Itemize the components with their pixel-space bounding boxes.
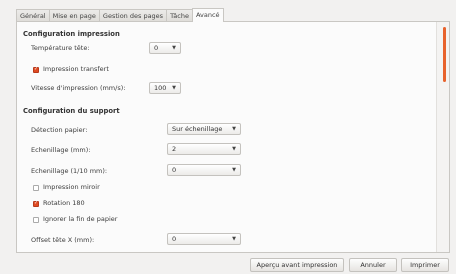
mirror-checkbox[interactable] <box>33 185 39 191</box>
echenillage-label: Echenillage (mm): <box>31 146 91 154</box>
echenillage10-label: Echenillage (1/10 mm): <box>31 167 108 175</box>
mirror-label: Impression miroir <box>43 183 100 191</box>
echenillage-input[interactable]: 2 ▼ <box>167 143 241 155</box>
offset-input[interactable]: 0 ▼ <box>167 233 241 245</box>
detection-value: Sur échenillage <box>172 125 223 133</box>
offset-value: 0 <box>172 235 177 243</box>
settings-panel: Configuration impression Température têt… <box>16 21 450 253</box>
tab-bar: Général Mise en page Gestion des pages T… <box>16 8 224 22</box>
tab-avance[interactable]: Avancé <box>191 8 224 22</box>
section-title-impression: Configuration impression <box>23 30 120 38</box>
rotation-label: Rotation 180 <box>43 199 85 207</box>
chevron-down-icon: ▼ <box>172 85 176 91</box>
chevron-down-icon: ▼ <box>232 236 236 242</box>
transfer-label: Impression transfert <box>43 65 109 73</box>
echenillage10-input[interactable]: 0 ▼ <box>167 164 241 176</box>
section-title-support: Configuration du support <box>23 107 120 115</box>
print-button[interactable]: Imprimer <box>401 258 449 272</box>
chevron-down-icon: ▼ <box>232 146 236 152</box>
echenillage-value: 2 <box>172 145 177 153</box>
speed-select[interactable]: 100 ▼ <box>149 82 181 94</box>
chevron-down-icon: ▼ <box>172 45 176 51</box>
transfer-checkbox[interactable] <box>33 66 39 73</box>
scrollbar[interactable] <box>436 22 449 252</box>
echenillage10-value: 0 <box>172 166 177 174</box>
chevron-down-icon: ▼ <box>232 167 236 173</box>
print-preview-button[interactable]: Aperçu avant impression <box>250 258 344 272</box>
rotation-checkbox[interactable] <box>33 200 39 207</box>
speed-value: 100 <box>154 84 167 92</box>
scrollbar-thumb[interactable] <box>443 27 446 82</box>
ignore-paper-end-checkbox[interactable] <box>33 217 39 223</box>
detection-select[interactable]: Sur échenillage ▼ <box>167 123 241 135</box>
detection-label: Détection papier: <box>31 126 88 134</box>
offset-label: Offset tête X (mm): <box>31 236 95 244</box>
temperature-label: Température tête: <box>31 44 90 52</box>
chevron-down-icon: ▼ <box>232 126 236 132</box>
ignore-paper-end-label: Ignorer la fin de papier <box>43 215 118 223</box>
speed-label: Vitesse d'impression (mm/s): <box>31 84 126 92</box>
temperature-value: 0 <box>154 44 159 52</box>
temperature-select[interactable]: 0 ▼ <box>149 42 181 54</box>
cancel-button[interactable]: Annuler <box>349 258 397 272</box>
